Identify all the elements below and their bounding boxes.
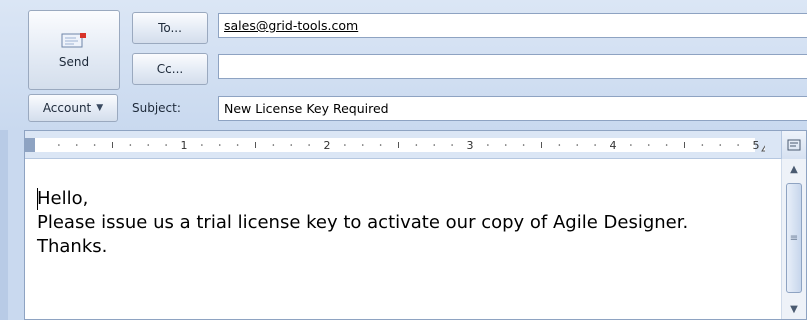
grip-icon: ≡ — [789, 232, 799, 244]
body-line: Hello, — [37, 188, 89, 209]
subject-value: New License Key Required — [224, 101, 389, 116]
ruler-number: 1 — [181, 139, 188, 152]
subject-field[interactable]: New License Key Required — [218, 96, 807, 121]
ruler-tick — [290, 144, 293, 146]
ruler-tick — [415, 144, 418, 146]
send-label: Send — [58, 55, 90, 69]
ruler-tick — [433, 144, 436, 146]
ruler-tick — [165, 144, 167, 146]
envelope-icon — [61, 31, 87, 49]
ruler-tick — [361, 144, 364, 146]
ruler-tick — [665, 144, 668, 146]
ruler-tick — [93, 144, 96, 146]
body-line: Please issue us a trial license key to a… — [37, 212, 689, 233]
ruler-tick — [522, 144, 525, 146]
ruler-tick — [379, 144, 382, 146]
ruler-tick — [218, 144, 221, 146]
ruler-tick — [737, 144, 739, 146]
to-button[interactable]: To... — [132, 12, 208, 44]
ruler-tick — [75, 144, 78, 146]
ruler-tick — [719, 144, 722, 146]
ruler-left-margin — [25, 138, 35, 152]
scroll-thumb[interactable]: ≡ — [786, 183, 802, 293]
message-body[interactable]: Hello, Please issue us a trial license k… — [37, 187, 767, 259]
ruler-tick — [58, 144, 60, 146]
ruler-tick — [344, 144, 346, 146]
cc-field[interactable] — [218, 54, 807, 79]
ruler-tick — [129, 144, 132, 146]
message-editor[interactable]: 1 2 3 4 5 Hello, Please issue us a trial lic… — [24, 130, 807, 320]
ruler-tick — [236, 144, 239, 146]
compose-header: Send To... sales@grid-tools.com Cc... Ac… — [0, 0, 807, 130]
scroll-up-icon[interactable]: ▲ — [782, 161, 806, 177]
right-indent-marker[interactable] — [761, 143, 765, 152]
send-button[interactable]: Send — [28, 10, 120, 90]
ruler-tick — [701, 144, 704, 146]
vertical-scrollbar[interactable]: ▲ ≡ ▼ — [781, 159, 806, 319]
ruler-tick — [147, 144, 150, 146]
ruler-tick — [576, 144, 579, 146]
ruler-ticks: 1 2 3 4 5 — [58, 139, 765, 152]
ruler-tick — [272, 144, 275, 146]
to-label: To... — [158, 21, 182, 35]
account-button[interactable]: Account ▼ — [28, 94, 118, 122]
chevron-down-icon: ▼ — [96, 103, 104, 113]
body-line: Thanks. — [37, 236, 108, 257]
cc-button[interactable]: Cc... — [132, 53, 208, 85]
cc-label: Cc... — [156, 62, 184, 76]
ruler[interactable]: 1 2 3 4 5 — [25, 131, 781, 159]
ruler-tick — [487, 144, 489, 146]
scroll-down-icon[interactable]: ▼ — [782, 301, 806, 317]
ruler-number: 5 — [753, 139, 760, 152]
subject-label: Subject: — [132, 101, 181, 115]
ruler-tick — [647, 144, 650, 146]
ruler-tick — [308, 144, 310, 146]
ruler-tick — [504, 144, 507, 146]
account-label: Account — [42, 101, 92, 115]
ruler-tick — [630, 144, 632, 146]
to-address[interactable]: sales@grid-tools.com — [224, 18, 358, 33]
ruler-tick — [558, 144, 561, 146]
ruler-number: 2 — [324, 139, 331, 152]
ruler-toggle-icon[interactable] — [781, 131, 806, 159]
ruler-number: 3 — [467, 139, 474, 152]
ruler-tick — [594, 144, 596, 146]
ruler-tick — [451, 144, 453, 146]
ruler-number: 4 — [610, 139, 617, 152]
to-field[interactable]: sales@grid-tools.com — [218, 13, 807, 38]
ruler-tick — [201, 144, 203, 146]
